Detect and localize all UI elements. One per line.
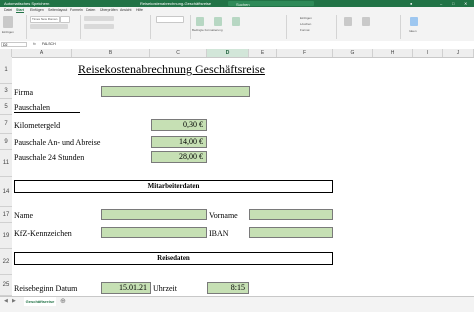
- group-divider: [26, 15, 27, 39]
- uhrzeit-input[interactable]: 8:15: [207, 282, 249, 294]
- ideas-label: Ideen: [409, 29, 417, 33]
- autosave-label[interactable]: Automatisches Speichern: [4, 0, 49, 7]
- paste-icon[interactable]: [3, 16, 13, 28]
- conditional-format-icon[interactable]: [196, 17, 204, 26]
- ideas-icon[interactable]: [410, 17, 418, 26]
- kfz-label: KfZ-Kennzeichen: [14, 229, 72, 238]
- kilometergeld-input[interactable]: 0,30 €: [151, 119, 207, 131]
- column-header-h[interactable]: H: [373, 49, 413, 57]
- firma-label: Firma: [14, 88, 34, 97]
- firma-input[interactable]: [101, 86, 250, 97]
- indent-buttons[interactable]: [84, 24, 114, 29]
- tab-start[interactable]: Start: [16, 8, 24, 12]
- pauschalen-label: Pauschalen: [14, 103, 80, 113]
- font-format-buttons[interactable]: [30, 24, 68, 29]
- tab-hilfe[interactable]: Hilfe: [136, 8, 143, 12]
- column-header-b[interactable]: B: [72, 49, 150, 57]
- font-name-select[interactable]: Times New Roman: [30, 16, 60, 23]
- column-header-j[interactable]: J: [443, 49, 474, 57]
- select-all-corner[interactable]: [0, 49, 12, 57]
- close-icon[interactable]: ✕: [464, 0, 467, 7]
- column-headers: A B C D E F G H I J: [0, 49, 474, 58]
- row-header[interactable]: 22: [0, 249, 12, 275]
- name-box[interactable]: D2: [1, 42, 27, 47]
- group-divider: [400, 15, 401, 39]
- row-header[interactable]: 25: [0, 275, 12, 296]
- status-bar: [0, 306, 474, 312]
- column-header-e[interactable]: E: [249, 49, 277, 57]
- kilometergeld-label: Kilometergeld: [14, 121, 61, 130]
- insert-cells-button[interactable]: Einfügen: [300, 16, 312, 20]
- an-abreise-input[interactable]: 14,00 €: [151, 136, 207, 148]
- row-header[interactable]: 7: [0, 115, 12, 134]
- group-divider: [336, 15, 337, 39]
- cell-styles-icon[interactable]: [232, 17, 240, 26]
- reisedaten-header: Reisedaten: [14, 252, 333, 265]
- iban-input[interactable]: [249, 227, 333, 238]
- font-size-select[interactable]: [60, 16, 70, 23]
- row-header[interactable]: 3: [0, 84, 12, 99]
- column-header-c[interactable]: C: [150, 49, 207, 57]
- formula-input[interactable]: FALSCH: [42, 42, 56, 46]
- tab-ueberpruefen[interactable]: Überprüfen: [100, 8, 118, 12]
- group-divider: [150, 15, 151, 39]
- an-abreise-label: Pauschale An- und Abreise: [14, 138, 101, 147]
- group-divider: [80, 15, 81, 39]
- row-header[interactable]: 19: [0, 223, 12, 249]
- reisebeginn-label: Reisebeginn Datum: [14, 284, 78, 293]
- add-sheet-icon[interactable]: ⊕: [60, 297, 66, 305]
- row-header[interactable]: 14: [0, 177, 12, 207]
- iban-label: IBAN: [209, 229, 229, 238]
- page-title: Reisekostenabrechnung Geschäftsreise: [78, 62, 265, 76]
- reisebeginn-input[interactable]: 15.01.21: [101, 282, 151, 294]
- format-as-table-icon[interactable]: [214, 17, 222, 26]
- minimize-icon[interactable]: –: [440, 0, 442, 7]
- alignment-buttons[interactable]: [84, 16, 114, 21]
- tab-seitenlayout[interactable]: Seitenlayout: [48, 8, 67, 12]
- mitarbeiterdaten-header: Mitarbeiterdaten: [14, 180, 333, 193]
- column-header-f[interactable]: F: [277, 49, 333, 57]
- row-header[interactable]: 9: [0, 134, 12, 150]
- row-header[interactable]: 1: [0, 57, 12, 84]
- row-header[interactable]: 17: [0, 207, 12, 223]
- window-title: Reisekostenabrechnung-Geschäftsreise: [140, 1, 212, 6]
- row-header[interactable]: 11: [0, 150, 12, 177]
- search-box[interactable]: Suchen: [228, 1, 314, 7]
- tab-daten[interactable]: Daten: [86, 8, 95, 12]
- vorname-input[interactable]: [249, 209, 333, 220]
- tab-einfuegen[interactable]: Einfügen: [30, 8, 44, 12]
- pauschale24-label: Pauschale 24 Stunden: [14, 153, 85, 162]
- tab-ansicht[interactable]: Ansicht: [120, 8, 131, 12]
- pauschale24-input[interactable]: 28,00 €: [151, 151, 207, 163]
- column-header-a[interactable]: A: [12, 49, 72, 57]
- title-bar: Automatisches Speichern Reisekostenabrec…: [0, 0, 474, 7]
- number-format-select[interactable]: [156, 16, 184, 23]
- column-header-d[interactable]: D: [207, 49, 249, 57]
- sort-filter-icon[interactable]: [344, 17, 352, 26]
- next-sheet-icon[interactable]: ▶: [12, 298, 16, 304]
- name-input[interactable]: [101, 209, 207, 220]
- fx-icon[interactable]: fx: [33, 42, 36, 46]
- find-select-icon[interactable]: [362, 17, 370, 26]
- vorname-label: Vorname: [209, 211, 238, 220]
- conditional-format-label: Bedingte Formatierung: [192, 28, 223, 32]
- prev-sheet-icon[interactable]: ◀: [4, 298, 8, 304]
- tab-datei[interactable]: Datei: [4, 8, 12, 12]
- uhrzeit-label: Uhrzeit: [153, 284, 177, 293]
- group-divider: [286, 15, 287, 39]
- kfz-input[interactable]: [101, 227, 207, 238]
- delete-cells-button[interactable]: Löschen: [300, 22, 311, 26]
- row-header[interactable]: 5: [0, 99, 12, 115]
- name-label: Name: [14, 211, 34, 220]
- column-header-i[interactable]: I: [413, 49, 443, 57]
- tab-formeln[interactable]: Formeln: [70, 8, 83, 12]
- paste-label: Einfügen: [2, 30, 14, 34]
- maximize-icon[interactable]: □: [452, 0, 454, 7]
- column-header-g[interactable]: G: [333, 49, 373, 57]
- group-divider: [190, 15, 191, 39]
- user-avatar-icon[interactable]: ●: [410, 0, 412, 7]
- ribbon: Einfügen Times New Roman Bedingte Format…: [0, 13, 474, 42]
- format-cells-button[interactable]: Format: [300, 28, 310, 32]
